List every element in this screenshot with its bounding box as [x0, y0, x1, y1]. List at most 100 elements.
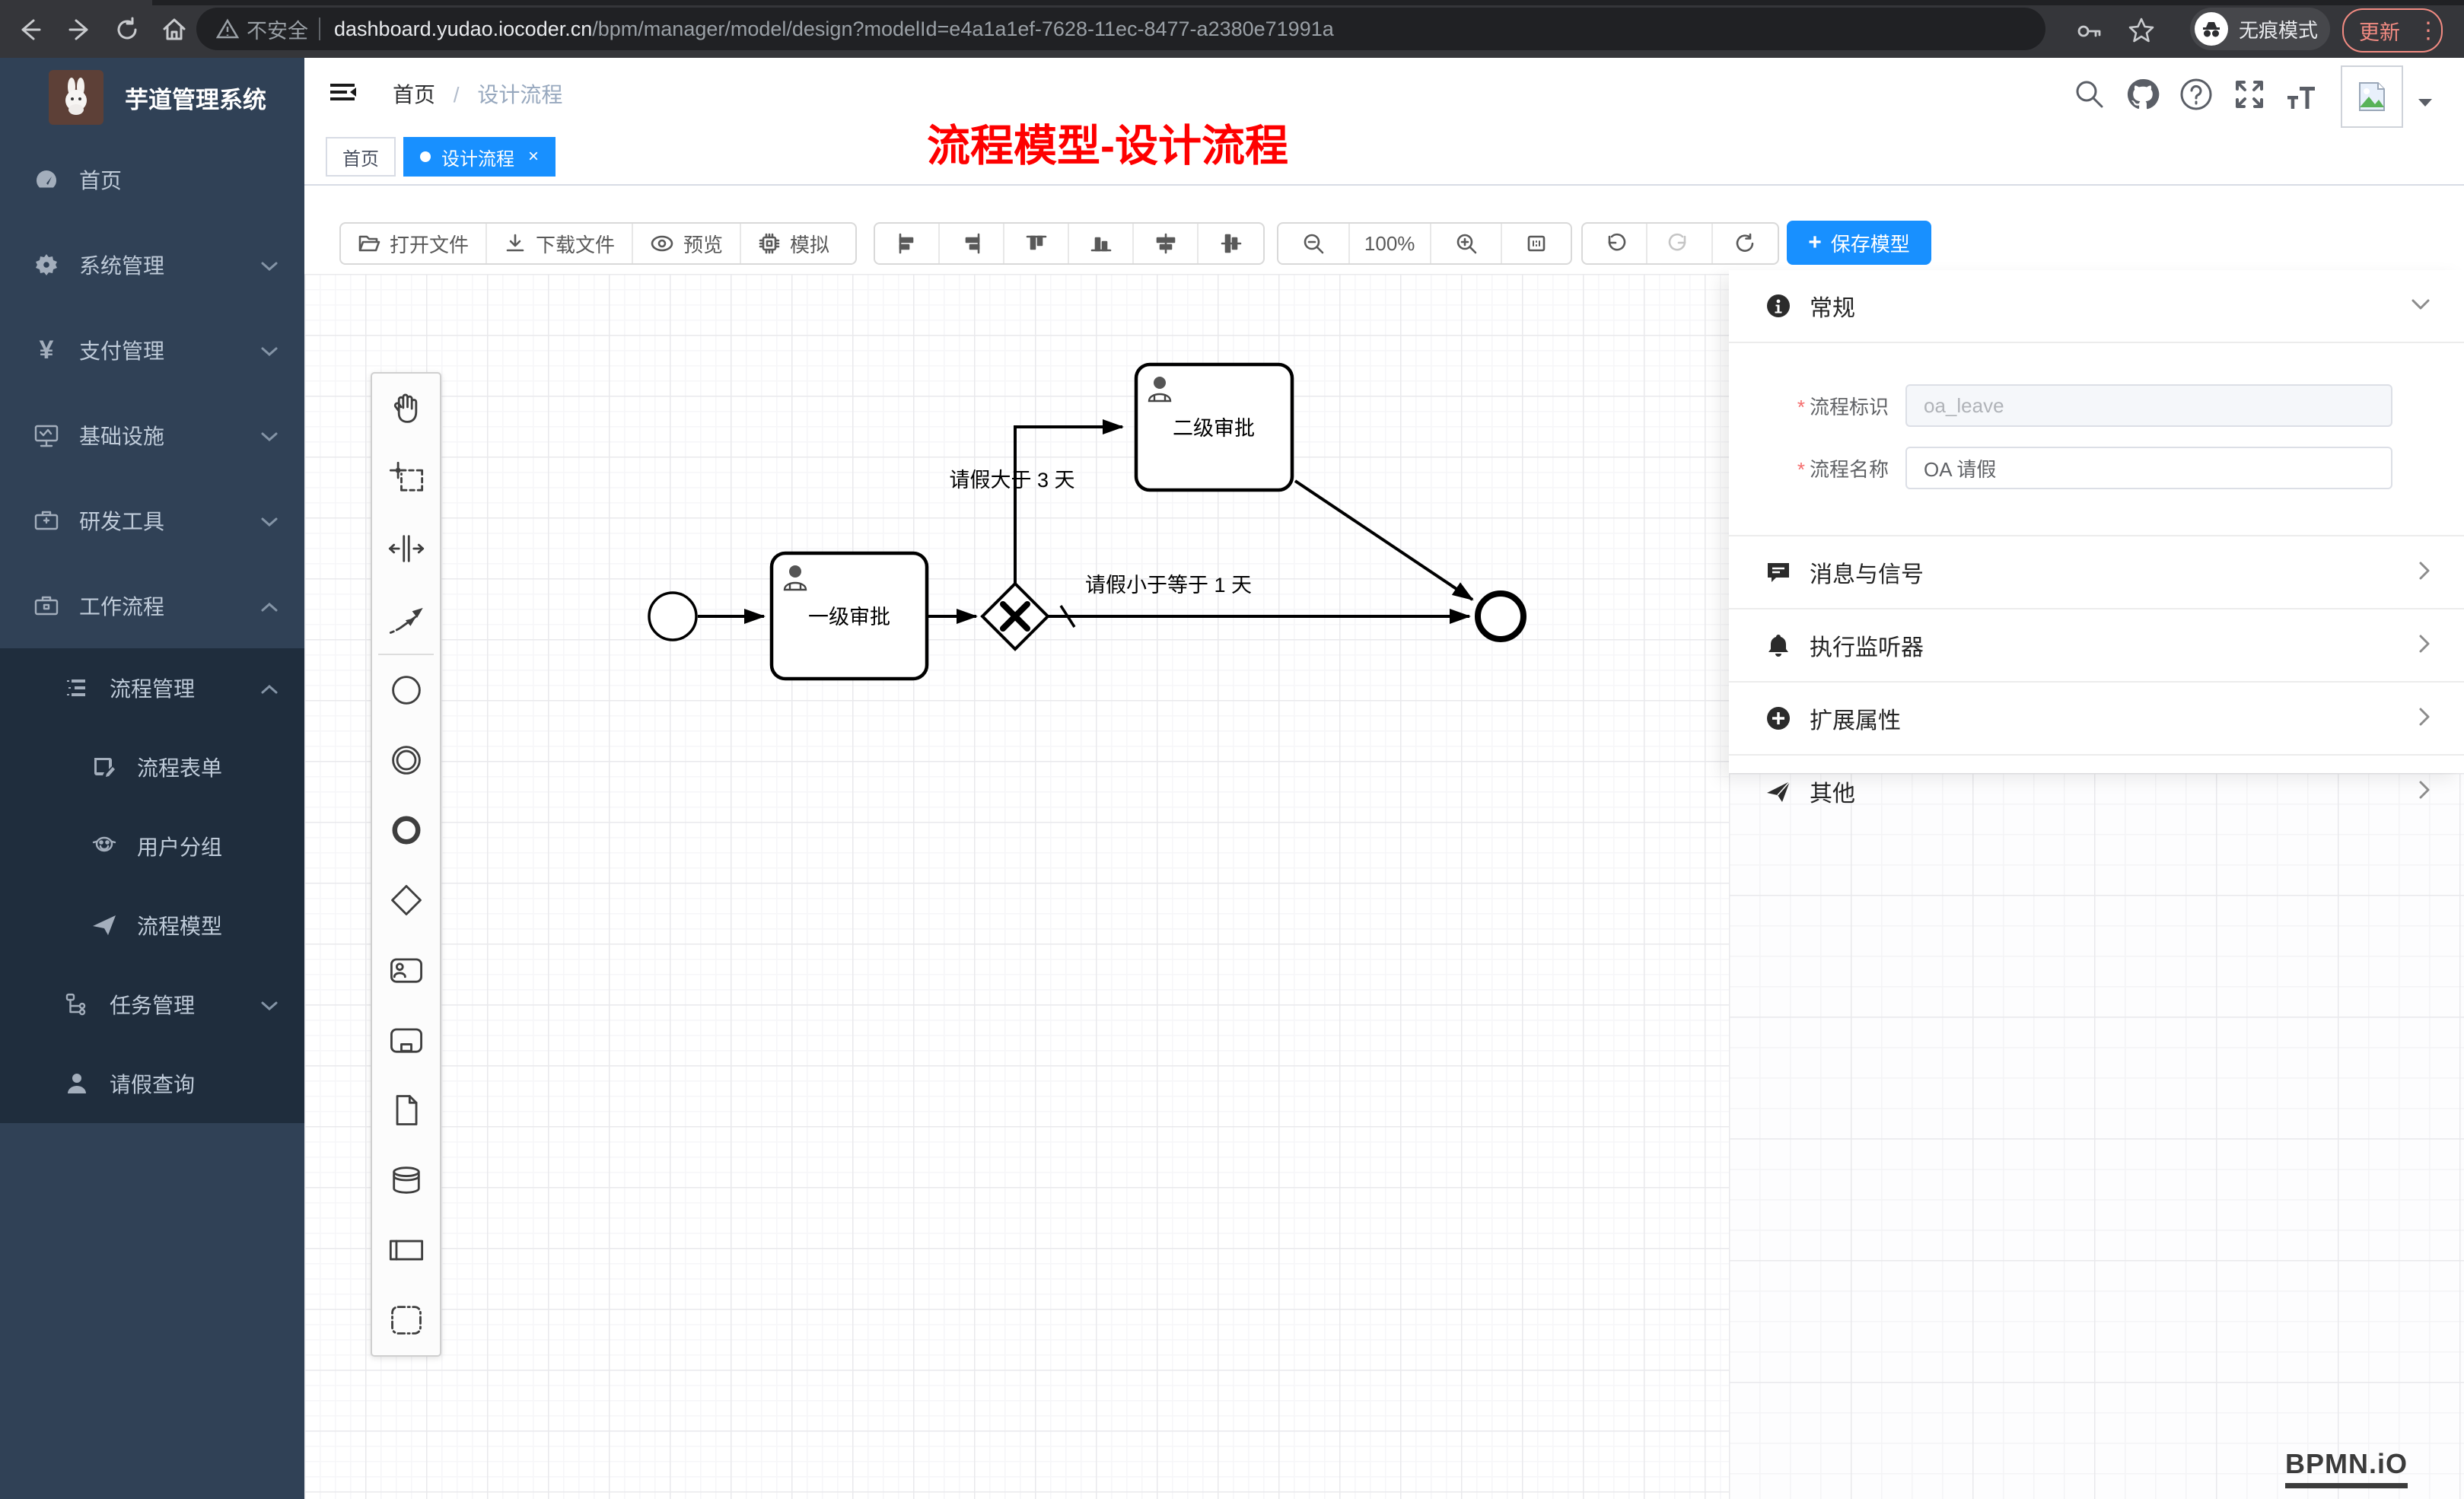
sidebar-item-process-model[interactable]: 流程模型 [0, 886, 304, 965]
create-user-task[interactable] [372, 935, 440, 1005]
create-end-event[interactable] [372, 795, 440, 865]
create-intermediate-event[interactable] [372, 725, 440, 795]
sidebar-item-home[interactable]: 首页 [0, 137, 304, 222]
hand-tool[interactable] [372, 374, 440, 444]
browser-forward-button[interactable] [67, 17, 93, 46]
browser-home-button[interactable] [161, 17, 187, 46]
avatar[interactable] [2341, 65, 2403, 128]
edge-label-le1[interactable]: 请假小于等于 1 天 [1085, 574, 1252, 597]
flow-gateway-to-task2[interactable] [1015, 427, 1122, 584]
url-host: dashboard.yudao.iocoder.cn [334, 18, 592, 40]
avatar-caret-icon[interactable] [2417, 97, 2434, 112]
create-participant[interactable] [372, 1215, 440, 1285]
sidebar-item-system[interactable]: 系统管理 [0, 222, 304, 307]
font-size-icon[interactable] [2283, 79, 2319, 116]
github-icon[interactable] [2125, 76, 2161, 113]
update-label: 更新 [2359, 16, 2400, 46]
fullscreen-icon[interactable] [2231, 76, 2268, 113]
align-left-button[interactable] [875, 224, 940, 263]
canvas-under-panel[interactable] [1729, 773, 2464, 1499]
start-event[interactable] [649, 593, 696, 640]
zoom-level[interactable]: 100% [1350, 224, 1431, 263]
exclusive-gateway[interactable] [982, 584, 1048, 649]
create-data-store[interactable] [372, 1145, 440, 1215]
edge-label-gt3[interactable]: 请假大于 3 天 [949, 469, 1074, 492]
sidebar-item-infrastructure[interactable]: 基础设施 [0, 393, 304, 478]
align-right-button[interactable] [940, 224, 1004, 263]
tab-design-process[interactable]: 设计流程 × [403, 137, 556, 177]
align-right-icon [960, 232, 983, 255]
key-icon[interactable] [2076, 18, 2102, 48]
align-middle-button[interactable] [1134, 224, 1199, 263]
sidebar-item-devtools[interactable]: 研发工具 [0, 478, 304, 563]
chevron-up-icon [260, 676, 279, 700]
preview-button[interactable]: 预览 [633, 224, 741, 263]
align-center-button[interactable] [1199, 224, 1263, 263]
sidebar-item-label: 工作流程 [79, 590, 164, 621]
sidebar-item-process-manage[interactable]: 流程管理 [0, 648, 304, 727]
undo-button[interactable] [1583, 224, 1647, 263]
end-event[interactable] [1478, 594, 1523, 639]
process-key-input[interactable] [1905, 384, 2392, 427]
redo-button[interactable] [1647, 224, 1712, 263]
redo-icon [1668, 232, 1691, 255]
user-task-level1[interactable]: 一级审批 [772, 553, 927, 679]
browser-update-button[interactable]: 更新 ⋮ [2342, 8, 2443, 53]
breadcrumb-home[interactable]: 首页 [393, 83, 435, 107]
url-path: /bpm/manager/model/design?modelId=e4a1a1… [592, 18, 1333, 40]
browser-url-bar[interactable]: 不安全 dashboard.yudao.iocoder.cn/bpm/manag… [196, 8, 2045, 50]
search-icon[interactable] [2071, 76, 2108, 113]
open-file-button[interactable]: 打开文件 [341, 224, 487, 263]
flow-task2-to-end[interactable] [1295, 481, 1472, 600]
align-top-button[interactable] [1004, 224, 1069, 263]
sidebar-item-payment[interactable]: ¥ 支付管理 [0, 307, 304, 393]
zoom-reset-button[interactable] [1502, 224, 1571, 263]
help-icon[interactable] [2178, 76, 2214, 113]
sidebar-item-user-group[interactable]: 用户分组 [0, 807, 304, 886]
bookmark-star-icon[interactable] [2128, 17, 2155, 48]
sidebar-item-workflow[interactable]: 工作流程 [0, 563, 304, 648]
browser-active-tab[interactable] [0, 0, 152, 5]
task-manage-icon [64, 991, 90, 1017]
create-group[interactable] [372, 1285, 440, 1355]
devtools-icon [33, 508, 59, 533]
save-model-button[interactable]: + 保存模型 [1787, 221, 1931, 265]
lasso-tool[interactable] [372, 444, 440, 514]
tags-view: 首页 设计流程 × [304, 129, 2464, 186]
browser-menu-dots-icon[interactable]: ⋮ [2417, 18, 2440, 44]
app-logo-row[interactable]: 芋道管理系统 [0, 58, 304, 137]
create-data-object[interactable] [372, 1075, 440, 1145]
restart-button[interactable] [1713, 224, 1778, 263]
tab-home[interactable]: 首页 [326, 137, 396, 177]
section-message-signal[interactable]: 消息与信号 [1729, 536, 2464, 609]
section-execution-listener[interactable]: 执行监听器 [1729, 609, 2464, 683]
sidebar-item-leave-query[interactable]: 请假查询 [0, 1044, 304, 1123]
section-extended-attributes[interactable]: 扩展属性 [1729, 683, 2464, 756]
space-tool[interactable] [372, 514, 440, 584]
zoom-out-button[interactable] [1278, 224, 1350, 263]
create-start-event[interactable] [372, 655, 440, 725]
process-name-input[interactable] [1905, 447, 2392, 489]
sidebar-item-process-form[interactable]: 流程表单 [0, 727, 304, 807]
bpmn-io-logo[interactable]: BPMN.iO [2285, 1448, 2408, 1488]
user-task-level2[interactable]: 二级审批 [1136, 364, 1292, 490]
create-gateway[interactable] [372, 865, 440, 935]
section-general[interactable]: 常规 [1729, 270, 2464, 343]
user-group-icon [91, 833, 117, 859]
create-subprocess[interactable] [372, 1005, 440, 1075]
simulate-button[interactable]: 模拟 [741, 224, 846, 263]
global-connect-tool[interactable] [372, 584, 440, 654]
security-chip[interactable]: 不安全 [247, 14, 308, 44]
plus-circle-icon [1765, 705, 1791, 731]
browser-back-button[interactable] [17, 17, 43, 46]
sidebar-item-task-manage[interactable]: 任务管理 [0, 965, 304, 1044]
section-other[interactable]: 其他 [1729, 756, 2464, 827]
tab-label: 首页 [342, 144, 379, 170]
sidebar-collapse-icon[interactable] [327, 79, 358, 109]
tab-close-icon[interactable]: × [528, 146, 539, 167]
fit-viewport-icon [1525, 232, 1548, 255]
zoom-in-button[interactable] [1431, 224, 1503, 263]
download-file-button[interactable]: 下载文件 [487, 224, 633, 263]
align-bottom-button[interactable] [1069, 224, 1134, 263]
browser-reload-button[interactable] [114, 17, 140, 46]
